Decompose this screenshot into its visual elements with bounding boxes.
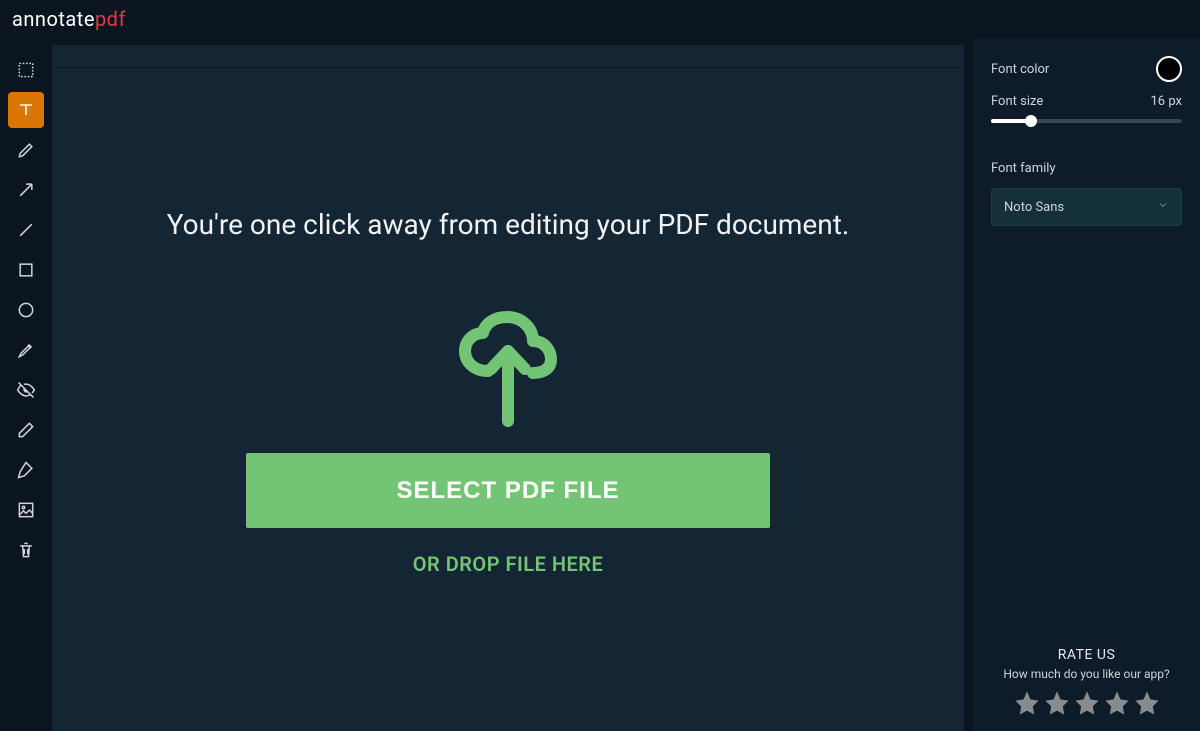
font-size-row: Font size 16 px <box>991 94 1182 109</box>
toolbar <box>0 38 52 731</box>
font-size-value: 16 px <box>1151 94 1183 109</box>
font-family-select[interactable]: Noto Sans <box>991 188 1182 226</box>
rectangle-icon <box>16 260 36 280</box>
eye-off-icon <box>16 380 36 400</box>
delete-tool[interactable] <box>8 532 44 568</box>
font-family-value: Noto Sans <box>1004 200 1064 215</box>
font-color-label: Font color <box>991 62 1049 77</box>
eraser-icon <box>16 420 36 440</box>
drop-file-text: OR DROP FILE HERE <box>413 552 604 576</box>
slider-thumb[interactable] <box>1025 115 1037 127</box>
header: annotatepdf <box>0 0 1200 38</box>
circle-tool[interactable] <box>8 292 44 328</box>
trash-icon <box>16 540 36 560</box>
rate-title: RATE US <box>991 647 1182 663</box>
logo-part-1: annotate <box>12 7 95 31</box>
canvas-area: You're one click away from editing your … <box>52 38 972 731</box>
pen-tool[interactable] <box>8 452 44 488</box>
text-icon <box>16 100 36 120</box>
star-icon[interactable] <box>1073 689 1101 717</box>
image-tool[interactable] <box>8 492 44 528</box>
line-icon <box>16 220 36 240</box>
image-icon <box>16 500 36 520</box>
star-icon[interactable] <box>1103 689 1131 717</box>
pen-icon <box>16 460 36 480</box>
font-color-row: Font color <box>991 56 1182 82</box>
canvas[interactable]: You're one click away from editing your … <box>52 68 964 731</box>
headline-text: You're one click away from editing your … <box>167 208 850 241</box>
app-logo: annotatepdf <box>12 7 126 31</box>
chevron-down-icon <box>1157 199 1169 215</box>
highlighter-tool[interactable] <box>8 332 44 368</box>
upload-cloud-icon <box>453 311 563 435</box>
line-tool[interactable] <box>8 212 44 248</box>
main-area: You're one click away from editing your … <box>0 38 1200 731</box>
canvas-top-strip <box>52 44 964 68</box>
font-size-label: Font size <box>991 94 1043 109</box>
select-pdf-button[interactable]: SELECT PDF FILE <box>246 453 770 528</box>
rating-stars <box>991 689 1182 717</box>
rectangle-tool[interactable] <box>8 252 44 288</box>
pencil-tool[interactable] <box>8 132 44 168</box>
arrow-icon <box>16 180 36 200</box>
text-tool[interactable] <box>8 92 44 128</box>
rate-subtitle: How much do you like our app? <box>991 667 1182 681</box>
highlighter-icon <box>16 340 36 360</box>
rate-us-block: RATE US How much do you like our app? <box>991 647 1182 717</box>
circle-icon <box>16 300 36 320</box>
font-size-slider[interactable] <box>991 113 1182 123</box>
eraser-tool[interactable] <box>8 412 44 448</box>
star-icon[interactable] <box>1043 689 1071 717</box>
font-color-swatch[interactable] <box>1156 56 1182 82</box>
star-icon[interactable] <box>1013 689 1041 717</box>
font-family-label: Font family <box>991 161 1182 176</box>
star-icon[interactable] <box>1133 689 1161 717</box>
right-panel: Font color Font size 16 px Font family N… <box>972 38 1200 731</box>
select-tool[interactable] <box>8 52 44 88</box>
logo-part-2: pdf <box>95 7 126 31</box>
arrow-tool[interactable] <box>8 172 44 208</box>
select-icon <box>16 60 36 80</box>
blur-tool[interactable] <box>8 372 44 408</box>
pencil-icon <box>16 140 36 160</box>
